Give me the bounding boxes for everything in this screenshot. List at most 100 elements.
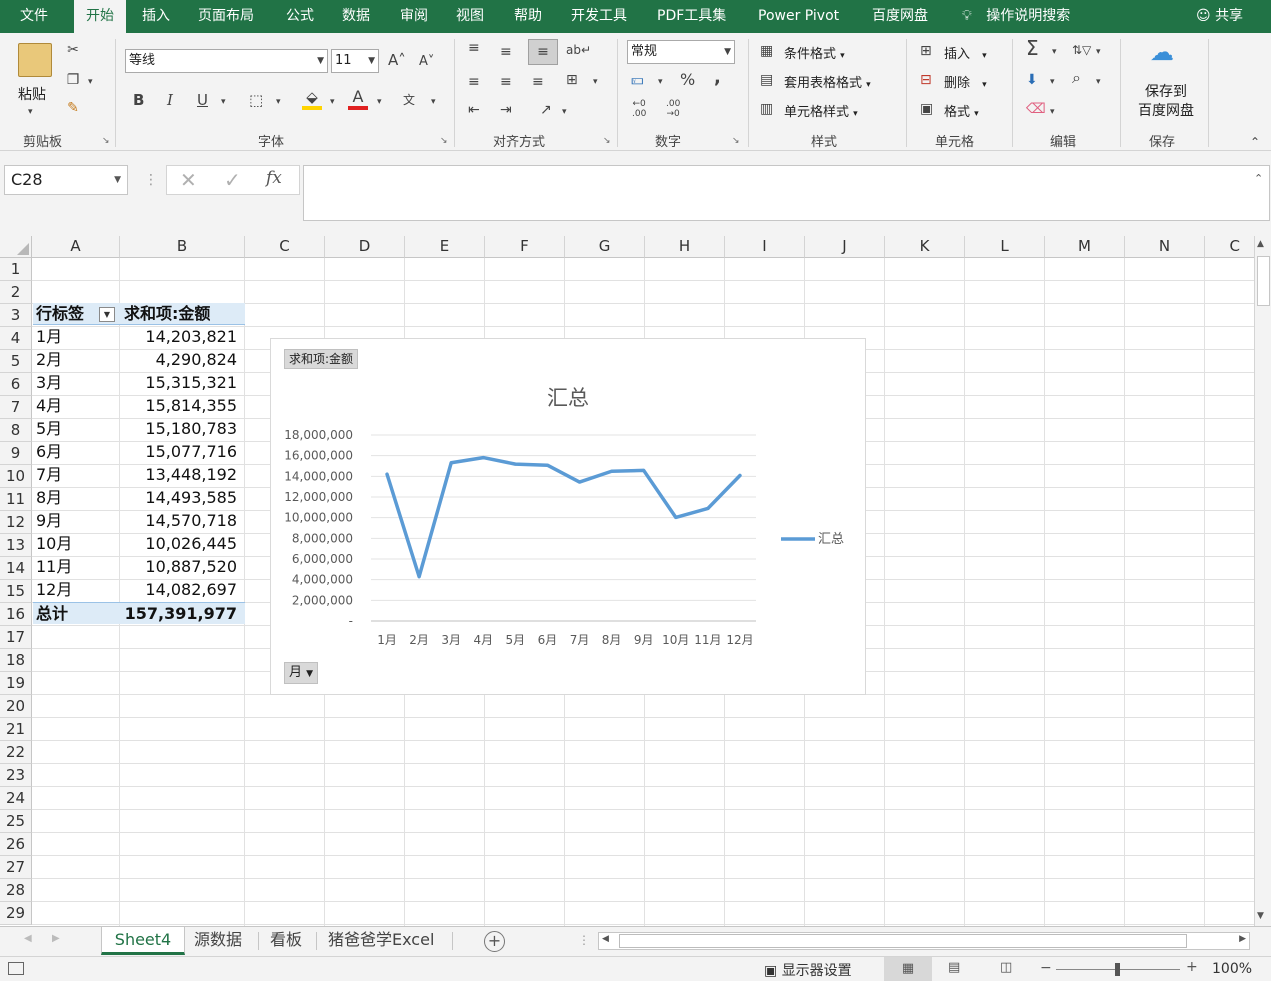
bold-button[interactable]: B (133, 91, 144, 109)
row-header[interactable]: 15 (0, 580, 32, 603)
format-cells-button[interactable]: 格式 ▾ (944, 101, 979, 120)
vertical-scroll-thumb[interactable] (1257, 256, 1270, 306)
row-header[interactable]: 27 (0, 856, 32, 879)
tab-data[interactable]: 数据 (342, 0, 370, 33)
accounting-dropdown-icon[interactable]: ▾ (658, 73, 663, 91)
column-header-e[interactable]: E (405, 236, 485, 258)
horizontal-scrollbar[interactable]: ◀ ▶ (598, 932, 1250, 950)
increase-decimal-icon[interactable]: ←0.00 (632, 99, 646, 119)
scroll-left-icon[interactable]: ◀ (602, 934, 609, 944)
insert-cells-button[interactable]: 插入 ▾ (944, 43, 987, 62)
pivot-row-label[interactable]: 10月 (36, 533, 72, 555)
orientation-dropdown-icon[interactable]: ▾ (562, 103, 567, 121)
tab-review[interactable]: 审阅 (400, 0, 428, 33)
column-header-f[interactable]: F (485, 236, 565, 258)
column-header-k[interactable]: K (885, 236, 965, 258)
page-break-view-icon[interactable]: ◫ (1000, 960, 1012, 975)
pivot-row-label[interactable]: 5月 (36, 418, 62, 440)
borders-dropdown-icon[interactable]: ▾ (276, 93, 281, 111)
save-to-baidu-button[interactable]: 保存到 百度网盘 (1132, 83, 1200, 121)
decrease-indent-icon[interactable]: ⇤ (468, 101, 480, 119)
comma-style-icon[interactable]: , (714, 69, 721, 87)
pivot-row-label[interactable]: 3月 (36, 372, 62, 394)
pivot-value-header[interactable]: 求和项:金额 (124, 303, 210, 325)
tab-developer[interactable]: 开发工具 (571, 0, 627, 33)
delete-cells-button[interactable]: 删除 ▾ (944, 72, 987, 91)
font-size-select[interactable]: 11 ▼ (331, 49, 379, 73)
pivot-row-value[interactable]: 14,203,821 (124, 326, 237, 348)
horizontal-scroll-thumb[interactable] (619, 934, 1187, 948)
column-header-d[interactable]: D (325, 236, 405, 258)
merge-center-icon[interactable]: ⊞ (566, 71, 578, 89)
pivot-row-label[interactable]: 2月 (36, 349, 62, 371)
row-header[interactable]: 10 (0, 465, 32, 488)
pivot-row-value[interactable]: 14,082,697 (124, 579, 237, 601)
copy-dropdown-icon[interactable]: ▾ (88, 73, 93, 91)
pivot-row-label[interactable]: 1月 (36, 326, 62, 348)
scroll-right-icon[interactable]: ▶ (1239, 934, 1246, 944)
scroll-up-icon[interactable]: ▲ (1257, 239, 1264, 249)
column-header-partial[interactable]: C (1205, 236, 1254, 258)
pivot-row-value[interactable]: 10,887,520 (124, 556, 237, 578)
zoom-out-icon[interactable]: − (1040, 960, 1052, 976)
alignment-launcher-icon[interactable]: ↘ (603, 136, 611, 146)
align-bottom-icon[interactable]: ≡ (528, 39, 558, 65)
tab-pdf-tools[interactable]: PDF工具集 (657, 0, 726, 33)
pivot-row-label[interactable]: 7月 (36, 464, 62, 486)
pivot-row-value[interactable]: 15,315,321 (124, 372, 237, 394)
row-header[interactable]: 7 (0, 396, 32, 419)
row-header[interactable]: 25 (0, 810, 32, 833)
row-header[interactable]: 24 (0, 787, 32, 810)
find-select-icon[interactable]: ⌕ (1072, 69, 1081, 87)
tab-page-layout[interactable]: 页面布局 (198, 0, 254, 33)
number-launcher-icon[interactable]: ↘ (732, 136, 740, 146)
orientation-icon[interactable]: ↗ (540, 101, 552, 119)
row-header[interactable]: 23 (0, 764, 32, 787)
column-header-n[interactable]: N (1125, 236, 1205, 258)
column-header-i[interactable]: I (725, 236, 805, 258)
font-color-dropdown-icon[interactable]: ▾ (377, 93, 382, 111)
merge-dropdown-icon[interactable]: ▾ (593, 73, 598, 91)
decrease-font-icon[interactable]: A˅ (419, 53, 434, 71)
row-header[interactable]: 11 (0, 488, 32, 511)
row-header[interactable]: 2 (0, 281, 32, 304)
column-header-c[interactable]: C (245, 236, 325, 258)
copy-icon[interactable]: ❐ (64, 71, 82, 89)
font-name-select[interactable]: 等线 ▼ (125, 49, 328, 73)
autosum-icon[interactable]: Σ (1026, 38, 1039, 58)
row-header[interactable]: 17 (0, 626, 32, 649)
pivot-row-label[interactable]: 9月 (36, 510, 62, 532)
row-header[interactable]: 6 (0, 373, 32, 396)
column-header-g[interactable]: G (565, 236, 645, 258)
autosum-dropdown-icon[interactable]: ▾ (1052, 43, 1057, 61)
fill-dropdown-icon[interactable]: ▾ (1050, 73, 1055, 91)
align-center-icon[interactable]: ≡ (500, 73, 512, 91)
row-header[interactable]: 26 (0, 833, 32, 856)
align-middle-icon[interactable]: ≡ (500, 43, 512, 61)
pivot-total-label[interactable]: 总计 (36, 603, 68, 625)
align-top-icon[interactable]: ≡ (468, 39, 480, 57)
pivot-row-label[interactable]: 6月 (36, 441, 62, 463)
scroll-down-icon[interactable]: ▼ (1257, 911, 1264, 921)
tab-formulas[interactable]: 公式 (286, 0, 314, 33)
row-header[interactable]: 5 (0, 350, 32, 373)
column-header-m[interactable]: M (1045, 236, 1125, 258)
clear-dropdown-icon[interactable]: ▾ (1050, 103, 1055, 121)
pivot-row-label[interactable]: 8月 (36, 487, 62, 509)
cell-styles-button[interactable]: 单元格样式 ▾ (784, 101, 858, 120)
fill-color-dropdown-icon[interactable]: ▾ (330, 93, 335, 111)
percent-icon[interactable]: % (680, 71, 695, 89)
add-sheet-icon[interactable]: + (484, 931, 505, 952)
pivot-row-value[interactable]: 13,448,192 (124, 464, 237, 486)
tab-view[interactable]: 视图 (456, 0, 484, 33)
column-header-h[interactable]: H (645, 236, 725, 258)
pivot-row-label[interactable]: 4月 (36, 395, 62, 417)
decrease-decimal-icon[interactable]: .00 →0 (666, 99, 680, 119)
zoom-in-icon[interactable]: + (1186, 959, 1198, 975)
pivot-row-value[interactable]: 4,290,824 (124, 349, 237, 371)
tell-me-box[interactable]: 💡︎ 操作说明搜索 (962, 0, 1070, 33)
align-left-icon[interactable]: ≡ (468, 73, 480, 91)
enter-icon[interactable]: ✓ (224, 168, 241, 192)
format-as-table-button[interactable]: 套用表格格式 ▾ (784, 72, 871, 91)
tab-power-pivot[interactable]: Power Pivot (758, 0, 839, 33)
